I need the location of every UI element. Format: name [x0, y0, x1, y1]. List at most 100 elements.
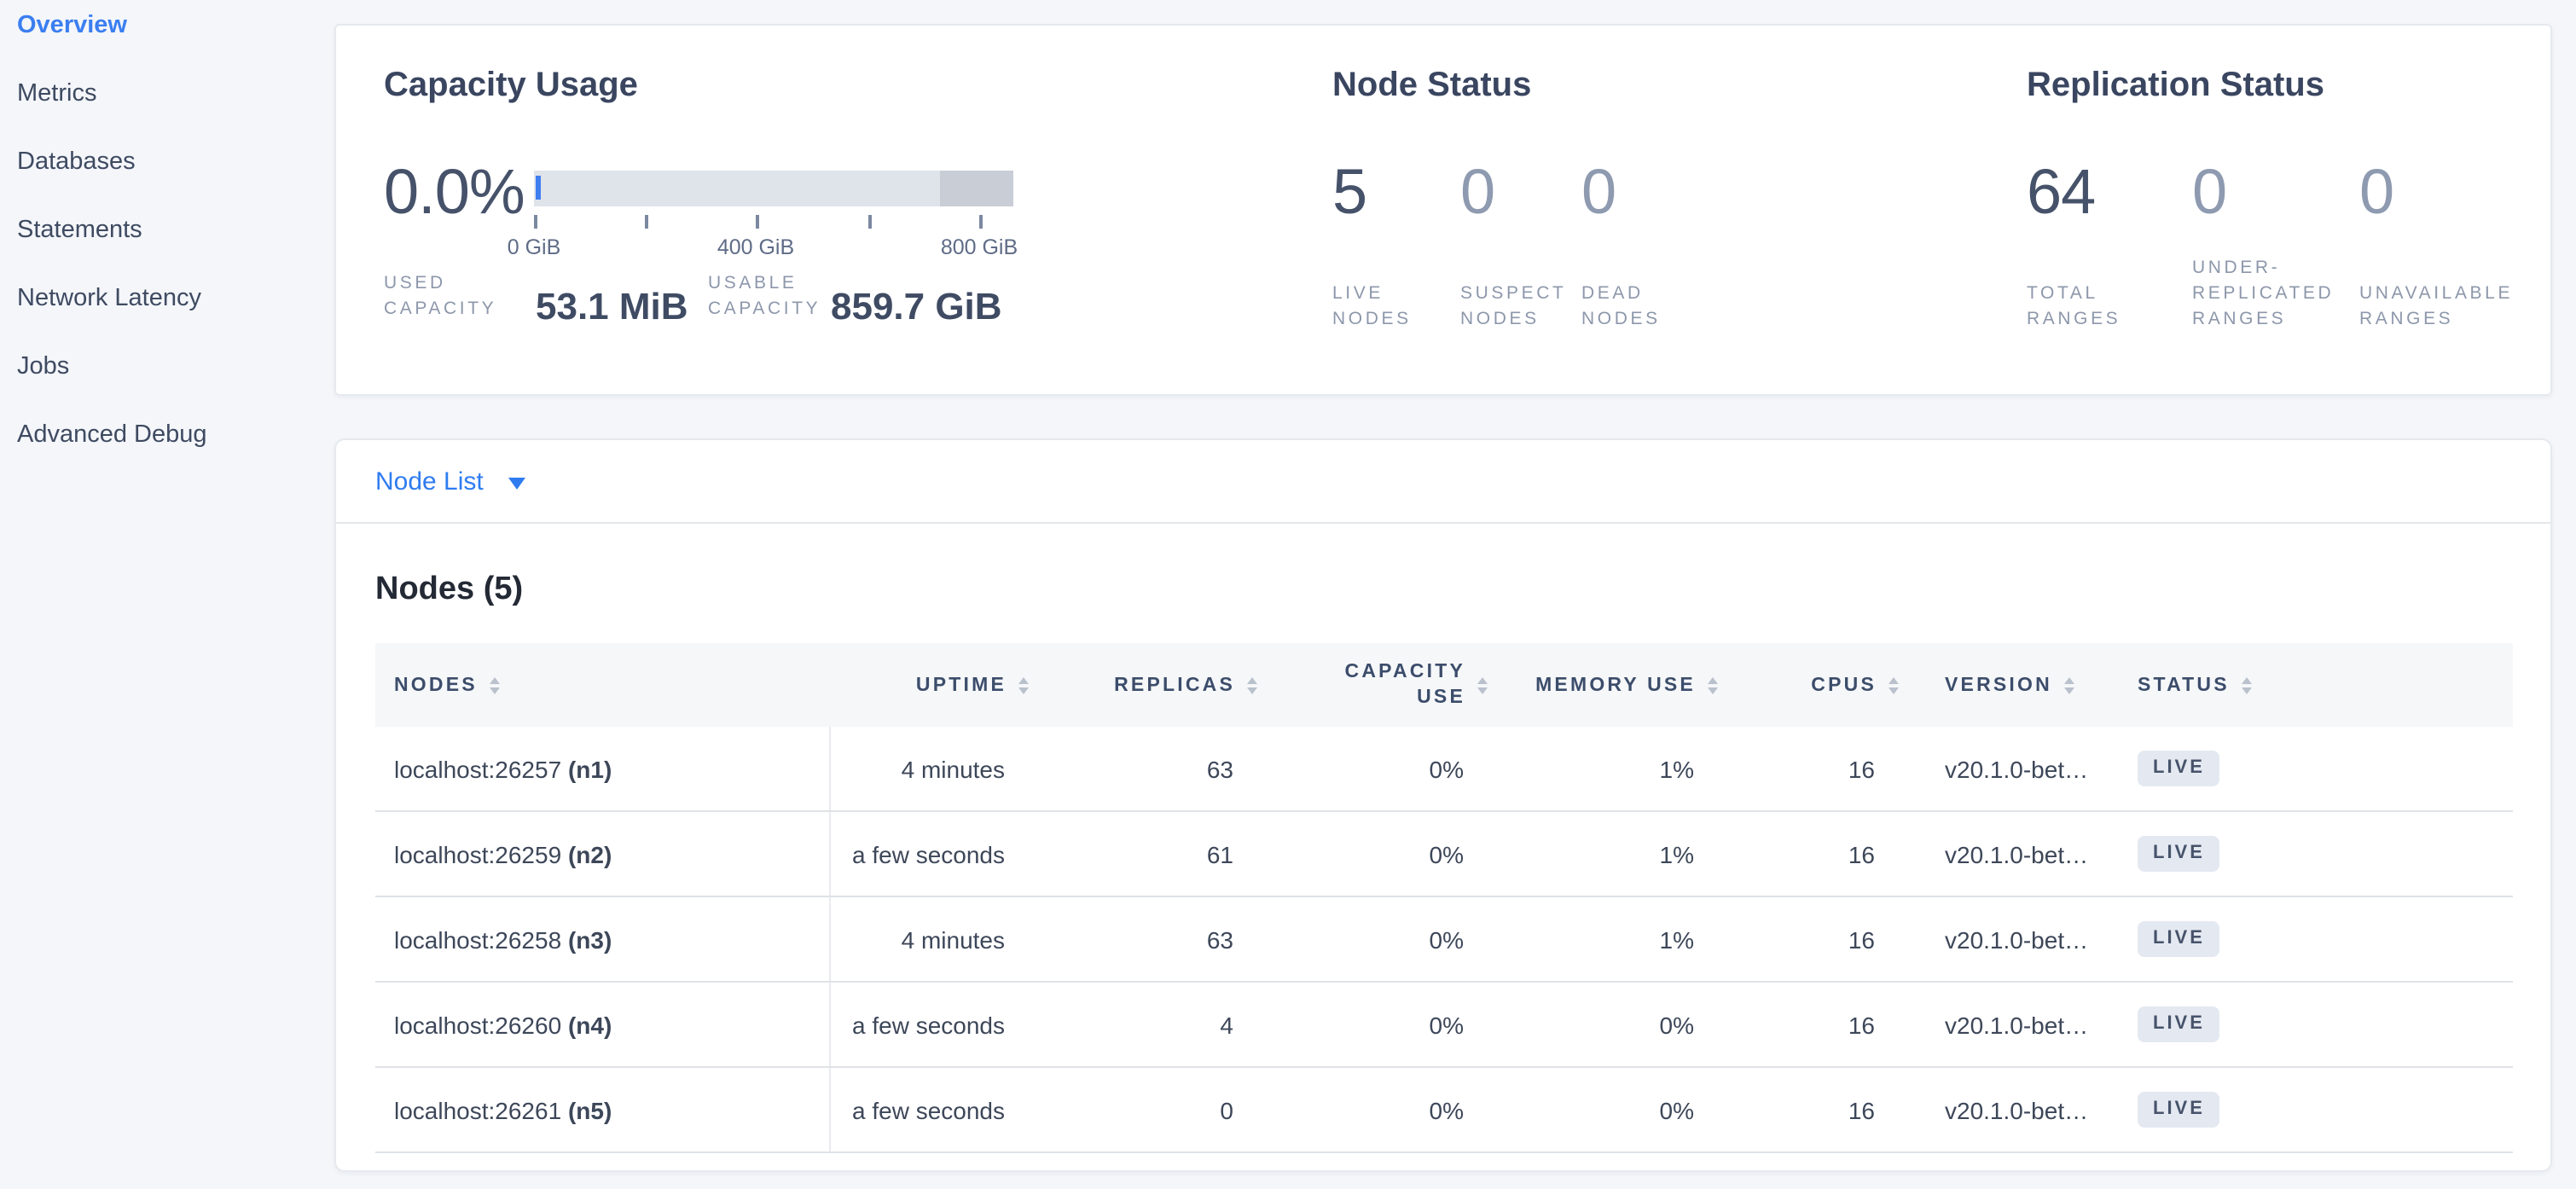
- column-header-memory-use[interactable]: MEMORY USE: [1488, 643, 1718, 727]
- capacity-gauge-axis-labels: 0 GiB 400 GiB 800 GiB: [534, 235, 1015, 263]
- status-cell: LIVE: [2100, 811, 2513, 896]
- cpus-cell: 16: [1718, 727, 1899, 811]
- stat-value: 0: [2192, 152, 2359, 247]
- main-content: Capacity Usage 0.0% 0 GiB 400 GiB 800 Gi…: [334, 24, 2552, 1172]
- live-nodes-stat: 5 LIVE NODES: [1332, 152, 1460, 333]
- stat-value: 64: [2027, 152, 2192, 247]
- stat-label: UNAVAILABLE RANGES: [2359, 247, 2521, 333]
- sidebar-item-jobs[interactable]: Jobs: [0, 333, 334, 401]
- node-address-cell[interactable]: localhost:26261 (n5): [375, 1067, 829, 1152]
- sort-icon[interactable]: [1247, 676, 1257, 693]
- capacity-use-cell: 0%: [1264, 982, 1488, 1067]
- node-status-title: Node Status: [1332, 60, 1895, 111]
- replicas-cell: 63: [1042, 896, 1264, 982]
- stat-value: 0: [2359, 152, 2521, 247]
- column-header-status[interactable]: STATUS: [2100, 643, 2513, 727]
- stat-label: LIVE NODES: [1332, 247, 1438, 333]
- version-cell: v20.1.0-bet…: [1899, 896, 2100, 982]
- status-badge: LIVE: [2138, 1092, 2220, 1128]
- sidebar-item-databases[interactable]: Databases: [0, 128, 334, 196]
- node-status-panel: Node Status 5 LIVE NODES 0 SUSPECT NODES…: [1332, 26, 1895, 111]
- status-badge: LIVE: [2138, 921, 2220, 957]
- sidebar-item-statements[interactable]: Statements: [0, 196, 334, 264]
- sort-icon[interactable]: [1018, 676, 1029, 693]
- table-row: localhost:26258 (n3) 4 minutes 63 0% 1% …: [375, 896, 2513, 982]
- used-capacity-label: USED CAPACITY: [384, 271, 503, 328]
- table-row: localhost:26260 (n4) a few seconds 4 0% …: [375, 982, 2513, 1067]
- node-list-dropdown[interactable]: Node List: [375, 467, 526, 496]
- version-cell: v20.1.0-bet…: [1899, 727, 2100, 811]
- unavailable-ranges-stat: 0 UNAVAILABLE RANGES: [2359, 152, 2521, 333]
- replicas-cell: 61: [1042, 811, 1264, 896]
- cpus-cell: 16: [1718, 1067, 1899, 1152]
- sort-icon[interactable]: [2242, 676, 2252, 693]
- sidebar-item-overview[interactable]: Overview: [0, 0, 334, 60]
- uptime-cell: a few seconds: [829, 811, 1042, 896]
- status-cell: LIVE: [2100, 982, 2513, 1067]
- memory-use-cell: 0%: [1488, 982, 1718, 1067]
- stat-label: SUSPECT NODES: [1460, 247, 1566, 333]
- nodes-table-section: Nodes (5) NODES UPTIME REPLICAS CAPACITY…: [336, 571, 2550, 1153]
- nodes-table: NODES UPTIME REPLICAS CAPACITY USE MEMOR…: [375, 643, 2513, 1153]
- node-list-dropdown-bar: Node List: [336, 440, 2550, 524]
- status-cell: LIVE: [2100, 1067, 2513, 1152]
- table-row: localhost:26257 (n1) 4 minutes 63 0% 1% …: [375, 727, 2513, 811]
- column-header-capacity-use[interactable]: CAPACITY USE: [1264, 643, 1488, 727]
- column-header-version[interactable]: VERSION: [1899, 643, 2100, 727]
- total-ranges-stat: 64 TOTAL RANGES: [2027, 152, 2192, 333]
- status-badge: LIVE: [2138, 751, 2220, 786]
- memory-use-cell: 1%: [1488, 811, 1718, 896]
- capacity-use-cell: 0%: [1264, 896, 1488, 982]
- capacity-used-percent: 0.0%: [384, 152, 525, 234]
- sort-icon[interactable]: [490, 676, 500, 693]
- sort-icon[interactable]: [2064, 676, 2074, 693]
- column-header-uptime[interactable]: UPTIME: [829, 643, 1042, 727]
- status-badge: LIVE: [2138, 1006, 2220, 1042]
- sidebar-item-advanced-debug[interactable]: Advanced Debug: [0, 401, 334, 469]
- sort-icon[interactable]: [1477, 676, 1488, 693]
- capacity-use-cell: 0%: [1264, 727, 1488, 811]
- stat-label: DEAD NODES: [1581, 247, 1687, 333]
- stat-value: 5: [1332, 152, 1460, 247]
- replicas-cell: 0: [1042, 1067, 1264, 1152]
- capacity-usage-title: Capacity Usage: [384, 60, 1186, 111]
- replication-status-panel: Replication Status 64 TOTAL RANGES 0 UND…: [2027, 26, 2538, 111]
- capacity-gauge-used-marker: [536, 176, 541, 200]
- replicas-cell: 63: [1042, 727, 1264, 811]
- node-address-cell[interactable]: localhost:26258 (n3): [375, 896, 829, 982]
- capacity-gauge-ticks: [534, 215, 1015, 232]
- sidebar-item-metrics[interactable]: Metrics: [0, 60, 334, 128]
- capacity-use-cell: 0%: [1264, 1067, 1488, 1152]
- table-row: localhost:26261 (n5) a few seconds 0 0% …: [375, 1067, 2513, 1152]
- column-header-cpus[interactable]: CPUS: [1718, 643, 1899, 727]
- node-address-cell[interactable]: localhost:26257 (n1): [375, 727, 829, 811]
- column-header-nodes[interactable]: NODES: [375, 643, 829, 727]
- uptime-cell: a few seconds: [829, 1067, 1042, 1152]
- version-cell: v20.1.0-bet…: [1899, 1067, 2100, 1152]
- capacity-gauge-reserved-segment: [940, 171, 1013, 206]
- suspect-nodes-stat: 0 SUSPECT NODES: [1460, 152, 1581, 333]
- under-replicated-ranges-stat: 0 UNDER-REPLICATED RANGES: [2192, 152, 2359, 333]
- node-id: (n2): [568, 840, 612, 867]
- node-address-cell[interactable]: localhost:26259 (n2): [375, 811, 829, 896]
- memory-use-cell: 1%: [1488, 727, 1718, 811]
- usable-capacity-value: 859.7 GiB: [831, 285, 1002, 328]
- sort-icon[interactable]: [1888, 676, 1899, 693]
- status-cell: LIVE: [2100, 896, 2513, 982]
- axis-tick-label: 800 GiB: [941, 235, 1018, 259]
- capacity-usage-panel: Capacity Usage 0.0% 0 GiB 400 GiB 800 Gi…: [384, 26, 1186, 111]
- used-capacity-value: 53.1 MiB: [536, 285, 708, 328]
- node-address-cell[interactable]: localhost:26260 (n4): [375, 982, 829, 1067]
- status-badge: LIVE: [2138, 836, 2220, 872]
- sidebar-item-network-latency[interactable]: Network Latency: [0, 264, 334, 333]
- column-header-replicas[interactable]: REPLICAS: [1042, 643, 1264, 727]
- replication-status-title: Replication Status: [2027, 60, 2538, 111]
- node-list-card: Node List Nodes (5) NODES UPTIME: [334, 438, 2552, 1172]
- capacity-stats: USED CAPACITY 53.1 MiB USABLE CAPACITY 8…: [384, 271, 1002, 328]
- capacity-gauge: 0 GiB 400 GiB 800 GiB: [534, 171, 1015, 263]
- sidebar: Overview Metrics Databases Statements Ne…: [0, 0, 334, 1189]
- memory-use-cell: 0%: [1488, 1067, 1718, 1152]
- capacity-use-cell: 0%: [1264, 811, 1488, 896]
- sort-icon[interactable]: [1708, 676, 1718, 693]
- dead-nodes-stat: 0 DEAD NODES: [1581, 152, 1687, 333]
